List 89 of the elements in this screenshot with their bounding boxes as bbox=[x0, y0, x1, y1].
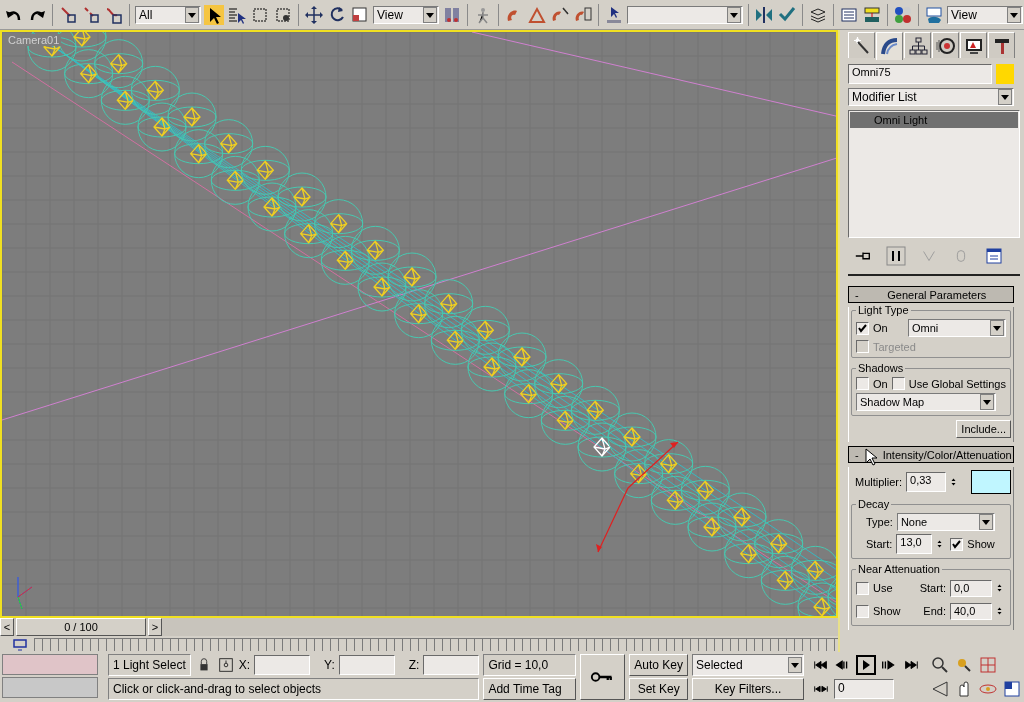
previous-frame-button[interactable]: < bbox=[0, 618, 14, 636]
reference-coordinate-dropdown[interactable]: View bbox=[373, 5, 439, 24]
object-color-swatch[interactable] bbox=[996, 64, 1014, 84]
checkbox-label: On bbox=[873, 322, 888, 334]
axis-tripod-icon bbox=[17, 576, 33, 610]
checkbox-label: Show bbox=[967, 538, 995, 550]
hierarchy-icon bbox=[907, 35, 928, 56]
next-frame-button[interactable]: > bbox=[148, 618, 162, 636]
rollout-header[interactable]: - General Parameters bbox=[848, 286, 1014, 303]
render-view-dropdown[interactable]: View bbox=[947, 5, 1023, 24]
add-time-tag-button[interactable]: Add Time Tag bbox=[483, 678, 577, 700]
play-icon[interactable] bbox=[856, 655, 876, 675]
group-title: Decay bbox=[856, 498, 892, 510]
key-filters-button[interactable]: Key Filters... bbox=[692, 678, 804, 700]
decay-type-label: Type: bbox=[866, 516, 893, 528]
key-icon[interactable] bbox=[580, 654, 626, 700]
show-end-result-icon[interactable] bbox=[886, 246, 906, 266]
decay-start-label: Start: bbox=[866, 538, 893, 550]
z-coordinate-field[interactable] bbox=[423, 655, 480, 675]
group-title: Near Attenuation bbox=[856, 563, 942, 575]
unlink-icon[interactable] bbox=[81, 4, 101, 25]
maximize-viewport-icon[interactable] bbox=[1002, 679, 1022, 699]
auto-key-button[interactable]: Auto Key bbox=[629, 654, 688, 676]
absolute-mode-icon[interactable] bbox=[216, 655, 235, 675]
scale-icon[interactable] bbox=[350, 4, 370, 25]
create-tab[interactable] bbox=[848, 32, 875, 58]
schematic-icon[interactable] bbox=[862, 4, 882, 25]
hierarchy-tab[interactable] bbox=[904, 32, 931, 58]
checkbox-label: Use bbox=[873, 582, 893, 594]
set-key-button[interactable]: Set Key bbox=[629, 678, 688, 700]
light-color-swatch[interactable] bbox=[971, 470, 1011, 494]
checkbox-label: On bbox=[873, 377, 888, 390]
modifier-list-dropdown[interactable]: Modifier List bbox=[848, 88, 1014, 106]
mouse-cursor-icon bbox=[865, 448, 877, 466]
include-button[interactable]: Include... bbox=[956, 420, 1011, 438]
link-icon[interactable] bbox=[58, 4, 78, 25]
listener-input-box[interactable] bbox=[2, 654, 98, 675]
object-name-field[interactable]: Omni75 bbox=[848, 64, 992, 84]
near-start-label: Start: bbox=[919, 582, 946, 594]
group-title: Shadows bbox=[856, 362, 906, 374]
x-label: X: bbox=[238, 658, 251, 672]
z-label: Z: bbox=[408, 658, 420, 672]
shadow-type-dropdown[interactable]: Shadow Map bbox=[856, 393, 996, 411]
utilities-tab[interactable] bbox=[988, 32, 1015, 58]
near-end-field[interactable]: 40,0 bbox=[950, 602, 992, 620]
checkbox[interactable] bbox=[950, 537, 964, 551]
wand-icon bbox=[851, 35, 872, 56]
checkbox-label: Show bbox=[873, 605, 901, 617]
modify-tab[interactable] bbox=[876, 32, 903, 60]
near-end-label: End: bbox=[923, 605, 946, 617]
configure-sets-icon[interactable] bbox=[984, 246, 1004, 266]
checkbox[interactable] bbox=[856, 604, 869, 618]
checkbox-label: Targeted bbox=[873, 340, 916, 353]
checkbox[interactable] bbox=[891, 377, 905, 390]
checkbox[interactable] bbox=[856, 581, 869, 595]
stack-item[interactable]: Omni Light bbox=[850, 112, 1018, 128]
decay-type-dropdown[interactable]: None bbox=[896, 513, 995, 531]
decay-start-field[interactable]: 13,0 bbox=[896, 534, 933, 554]
multiplier-label: Multiplier: bbox=[855, 476, 903, 488]
wheel-icon bbox=[935, 35, 956, 56]
zoom-icon[interactable] bbox=[930, 655, 950, 675]
x-coordinate-field[interactable] bbox=[254, 655, 311, 675]
render-scene-icon[interactable] bbox=[924, 4, 944, 25]
material-editor-icon[interactable] bbox=[893, 4, 913, 25]
selection-filter-dropdown[interactable]: All bbox=[135, 5, 201, 24]
near-start-field[interactable]: 0,0 bbox=[950, 579, 992, 597]
named-selection-icon[interactable] bbox=[604, 4, 624, 25]
checkbox[interactable] bbox=[856, 321, 869, 335]
selection-count: 1 Light Select bbox=[108, 654, 191, 676]
field-of-view-icon[interactable] bbox=[930, 679, 950, 699]
checkbox-label: Use Global Settings bbox=[908, 377, 1006, 390]
group-title: Light Type bbox=[856, 304, 911, 316]
current-frame-field[interactable]: 0 bbox=[834, 679, 894, 699]
key-mode-dropdown[interactable]: Selected bbox=[692, 654, 804, 676]
motion-tab[interactable] bbox=[932, 32, 959, 58]
grid-size: Grid = 10,0 bbox=[483, 654, 577, 676]
y-coordinate-field[interactable] bbox=[338, 655, 395, 675]
y-label: Y: bbox=[324, 658, 335, 672]
track-bar[interactable] bbox=[34, 637, 838, 651]
multiplier-field[interactable]: 0,33 bbox=[906, 472, 947, 492]
checkbox[interactable] bbox=[856, 377, 869, 390]
display-tab[interactable] bbox=[960, 32, 987, 58]
named-selection-field[interactable] bbox=[627, 5, 743, 24]
rollout-header[interactable]: - Intensity/Color/Attenuation bbox=[848, 446, 1014, 463]
time-slider-thumb[interactable]: 0 / 100 bbox=[16, 618, 146, 636]
move-icon[interactable] bbox=[304, 4, 324, 25]
mirror-icon[interactable] bbox=[754, 4, 774, 25]
light-type-dropdown[interactable]: Omni bbox=[908, 319, 1006, 337]
arc-icon bbox=[879, 36, 900, 57]
